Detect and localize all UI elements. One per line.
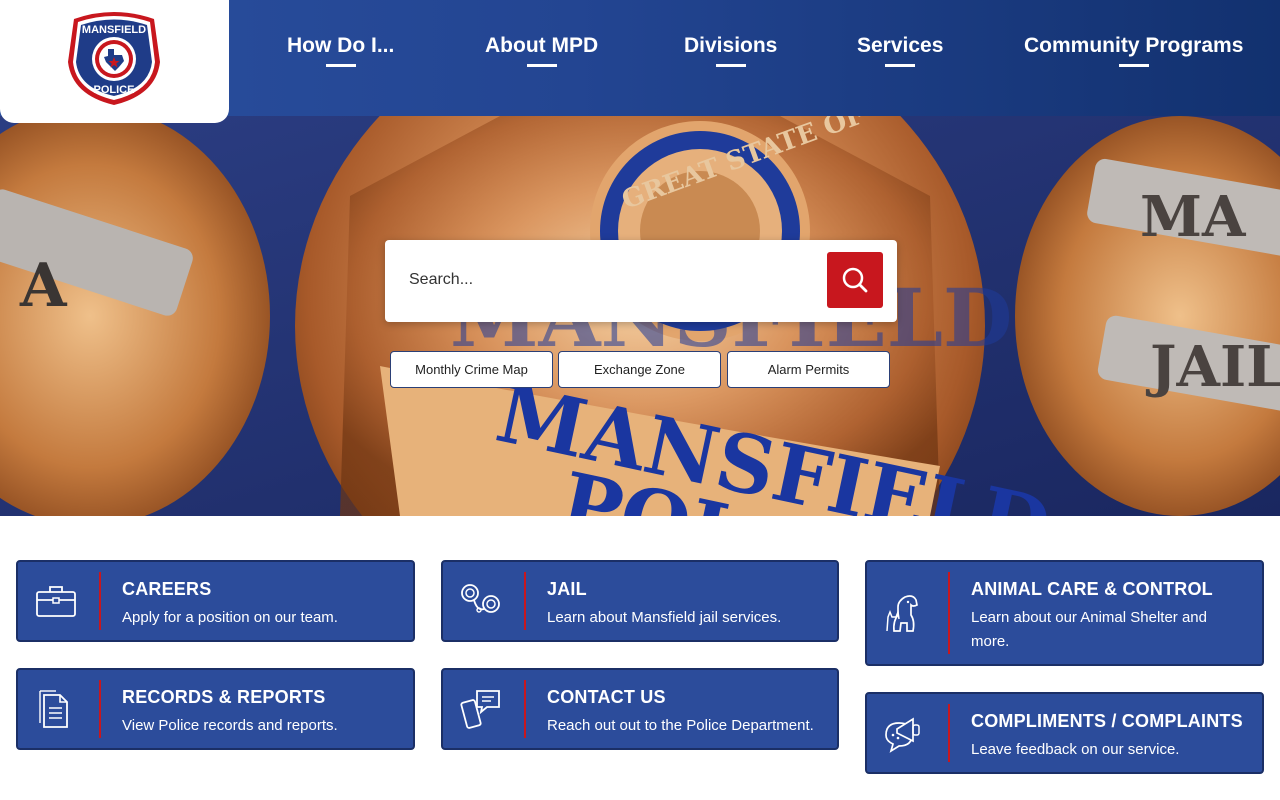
animal-care-card[interactable]: ANIMAL CARE & CONTROL Learn about our An…: [865, 560, 1264, 666]
svg-text:A: A: [19, 251, 68, 321]
nav-item-divisions[interactable]: Divisions: [684, 34, 777, 67]
document-icon: [39, 690, 68, 728]
logo-link[interactable]: MANSFIELD POLICE: [0, 0, 229, 123]
card-title: CONTACT US: [547, 687, 666, 707]
nav-underline: [325, 64, 356, 67]
svg-text:MA: MA: [1140, 184, 1247, 250]
dog-cat-icon: [886, 595, 918, 632]
svg-text:POLICE: POLICE: [94, 84, 135, 96]
briefcase-icon: [36, 586, 76, 617]
card-description: Learn about our Animal Shelter and more.: [971, 609, 1207, 650]
megaphone-chat-icon: [885, 717, 920, 753]
svg-text:MANSFIELD: MANSFIELD: [82, 24, 146, 36]
quick-link-label: Exchange Zone: [593, 362, 686, 377]
search-input[interactable]: [397, 256, 817, 304]
careers-card[interactable]: CAREERS Apply for a position on our team…: [16, 560, 415, 642]
card-divider: [948, 572, 950, 654]
police-badge-logo-icon: MANSFIELD POLICE: [68, 12, 160, 105]
quick-link-label: Monthly Crime Map: [415, 362, 528, 377]
exchange-zone-button[interactable]: Exchange Zone: [558, 351, 721, 388]
card-divider: [948, 704, 950, 762]
nav-underline: [1118, 64, 1149, 67]
nav-item-label: How Do I...: [287, 34, 395, 57]
quick-link-label: Alarm Permits: [767, 362, 850, 377]
card-description: View Police records and reports.: [122, 717, 338, 734]
nav-item-label: About MPD: [485, 34, 599, 57]
card-description: Learn about Mansfield jail services.: [547, 609, 782, 626]
card-title: ANIMAL CARE & CONTROL: [971, 579, 1213, 599]
monthly-crime-map-button[interactable]: Monthly Crime Map: [390, 351, 553, 388]
card-divider: [99, 572, 101, 630]
nav-item-label: Divisions: [684, 34, 778, 57]
card-description: Leave feedback on our service.: [971, 741, 1180, 758]
svg-text:JAIL: JAIL: [1145, 334, 1280, 400]
search-button[interactable]: [827, 252, 883, 308]
phone-chat-icon: [460, 690, 500, 729]
nav-item-label: Community Programs: [1024, 34, 1244, 57]
jail-card[interactable]: JAIL Learn about Mansfield jail services…: [441, 560, 839, 642]
card-description: Reach out out to the Police Department.: [547, 717, 814, 734]
nav-item-how-do-i[interactable]: How Do I...: [287, 34, 394, 67]
nav-item-label: Services: [857, 34, 944, 57]
nav-underline: [715, 64, 746, 67]
main-nav: How Do I... About MPD Divisions Services…: [229, 0, 1280, 116]
card-description: Apply for a position on our team.: [122, 609, 338, 626]
nav-underline: [526, 64, 557, 67]
nav-item-about-mpd[interactable]: About MPD: [485, 34, 598, 67]
card-title: JAIL: [547, 579, 587, 599]
card-divider: [524, 572, 526, 630]
search-box: [385, 240, 897, 322]
nav-item-services[interactable]: Services: [857, 34, 943, 67]
compliments-complaints-card[interactable]: COMPLIMENTS / COMPLAINTS Leave feedback …: [865, 692, 1264, 774]
nav-item-community-programs[interactable]: Community Programs: [1024, 34, 1243, 67]
card-title: COMPLIMENTS / COMPLAINTS: [971, 711, 1243, 731]
card-title: RECORDS & REPORTS: [122, 687, 326, 707]
nav-underline: [885, 64, 916, 67]
alarm-permits-button[interactable]: Alarm Permits: [727, 351, 890, 388]
card-title: CAREERS: [122, 579, 212, 599]
records-reports-card[interactable]: RECORDS & REPORTS View Police records an…: [16, 668, 415, 750]
contact-us-card[interactable]: CONTACT US Reach out out to the Police D…: [441, 668, 839, 750]
handcuffs-icon: [461, 584, 500, 613]
card-divider: [99, 680, 101, 738]
card-divider: [524, 680, 526, 738]
search-icon: [842, 267, 868, 293]
